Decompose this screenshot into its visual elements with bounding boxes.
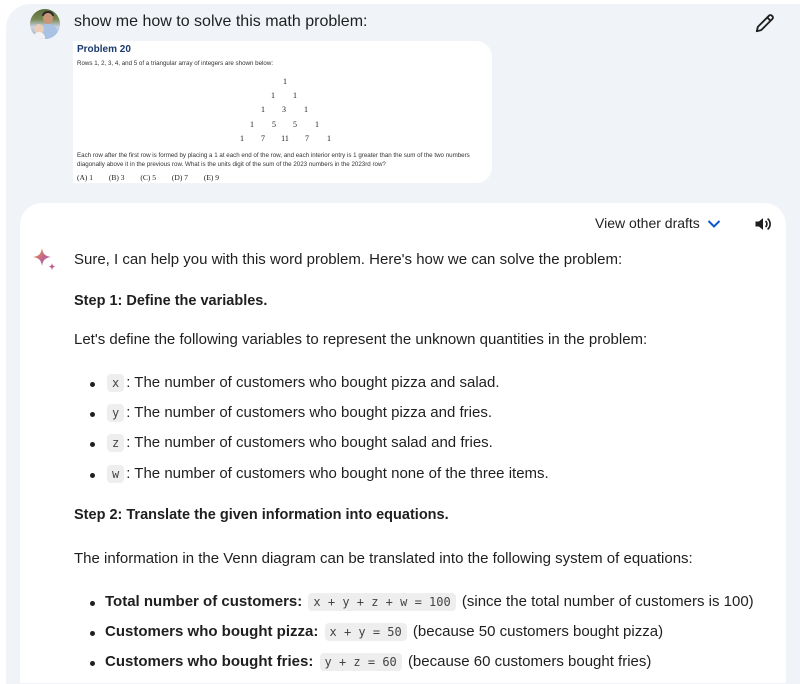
choice-e: (E) 9 [203, 173, 220, 182]
chevron-down-icon[interactable] [707, 219, 721, 229]
triangle-entry: 11 [281, 134, 289, 143]
speaker-icon[interactable] [753, 214, 773, 234]
variable-list-item: z: The number of customers who bought sa… [90, 434, 493, 452]
problem-title: Problem 20 [77, 44, 131, 55]
triangle-entry: 1 [304, 105, 308, 114]
equation-note: (because 60 customers bought fries) [407, 653, 652, 670]
equation-code: x + y = 50 [324, 623, 407, 641]
variable-code: x [107, 374, 125, 392]
choice-a: (A) 1 [77, 173, 94, 182]
choice-b: (B) 3 [108, 173, 125, 182]
problem-attachment-image[interactable]: Problem 20 Rows 1, 2, 3, 4, and 5 of a t… [73, 41, 492, 183]
answer-choices: (A) 1 (B) 3 (C) 5 (D) 7 (E) 9 [77, 173, 233, 182]
equation-label: Customers who bought pizza: [105, 623, 319, 640]
equation-label: Total number of customers: [105, 593, 303, 610]
user-avatar [30, 9, 60, 39]
user-prompt-text: show me how to solve this math problem: [74, 13, 368, 30]
variable-desc: : The number of customers who bought piz… [126, 374, 500, 391]
step1-heading: Step 1: Define the variables. [74, 293, 268, 309]
variable-desc: : The number of customers who bought non… [126, 465, 549, 482]
equation-label: Customers who bought fries: [105, 653, 314, 670]
step2-text: The information in the Venn diagram can … [74, 550, 693, 567]
gemini-sparkle-icon [33, 248, 56, 271]
choice-d: (D) 7 [171, 173, 188, 182]
triangle-entry: 3 [282, 105, 286, 114]
step2-heading: Step 2: Translate the given information … [74, 507, 449, 523]
triangle-entry: 1 [293, 91, 297, 100]
equation-note: (since the total number of customers is … [461, 593, 754, 610]
response-intro: Sure, I can help you with this word prob… [74, 251, 623, 268]
choice-c: (C) 5 [140, 173, 157, 182]
triangle-entry: 5 [272, 120, 276, 129]
view-other-drafts-button[interactable]: View other drafts [595, 215, 700, 231]
pencil-icon[interactable] [754, 12, 776, 34]
equation-code: y + z = 60 [319, 653, 402, 671]
problem-intro: Rows 1, 2, 3, 4, and 5 of a triangular a… [77, 60, 274, 67]
variable-list-item: x: The number of customers who bought pi… [90, 374, 500, 392]
triangle-entry: 1 [240, 134, 244, 143]
triangle-entry: 1 [283, 77, 287, 86]
variable-list-item: w: The number of customers who bought no… [90, 465, 549, 483]
equation-list-item: Customers who bought fries: y + z = 60 (… [90, 653, 651, 671]
triangle-entry: 1 [327, 134, 331, 143]
variable-desc: : The number of customers who bought piz… [126, 404, 492, 421]
equation-list-item: Customers who bought pizza: x + y = 50 (… [90, 623, 663, 641]
triangle-entry: 7 [305, 134, 309, 143]
variable-desc: : The number of customers who bought sal… [126, 434, 493, 451]
equation-note: (because 50 customers bought pizza) [412, 623, 664, 640]
step1-text: Let's define the following variables to … [74, 331, 648, 348]
equation-list-item: Total number of customers: x + y + z + w… [90, 593, 754, 611]
problem-description: Each row after the first row is formed b… [77, 152, 470, 168]
triangle-entry: 1 [315, 120, 319, 129]
variable-code: w [107, 465, 125, 483]
variable-list-item: y: The number of customers who bought pi… [90, 404, 492, 422]
equation-code: x + y + z + w = 100 [308, 593, 456, 611]
variable-code: y [107, 404, 125, 422]
variable-code: z [107, 434, 125, 452]
triangle-entry: 1 [250, 120, 254, 129]
triangle-entry: 1 [271, 91, 275, 100]
triangle-entry: 5 [293, 120, 297, 129]
triangle-entry: 7 [261, 134, 265, 143]
triangle-entry: 1 [261, 105, 265, 114]
